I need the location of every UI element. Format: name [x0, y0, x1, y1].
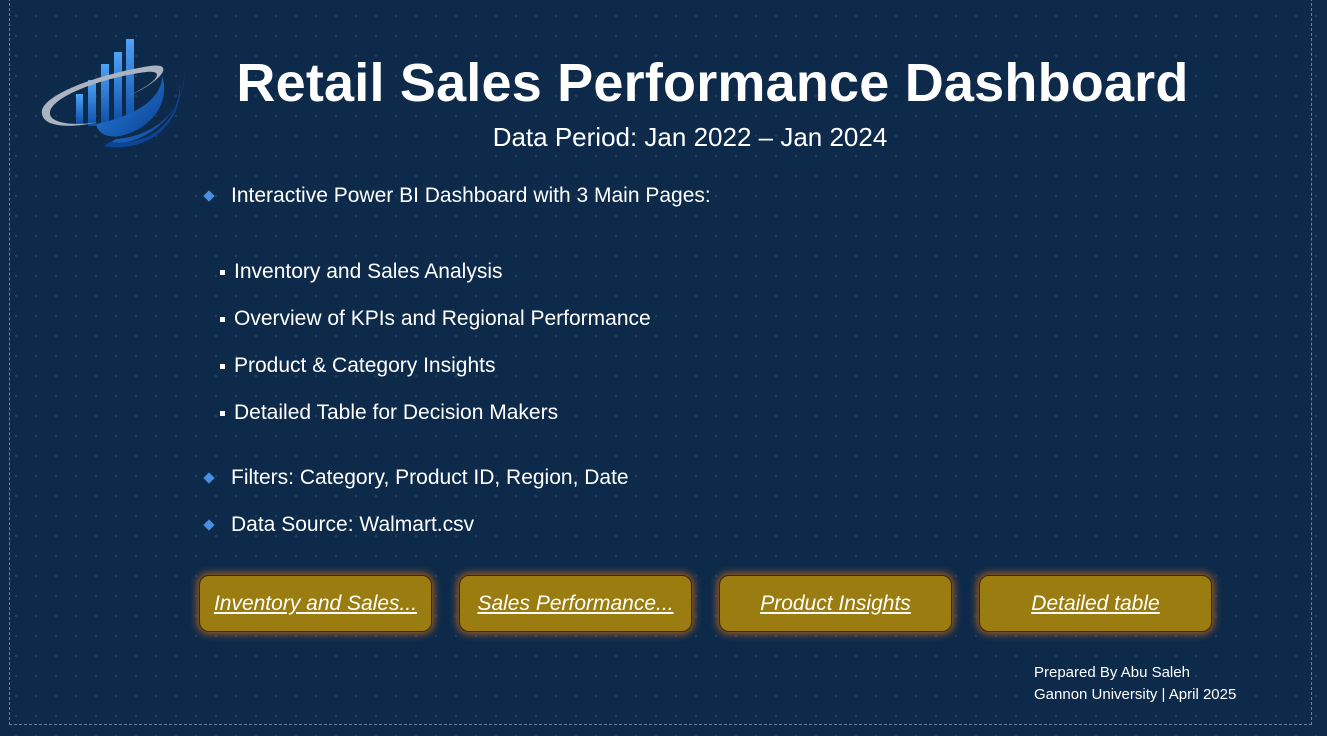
page-item-label: Overview of KPIs and Regional Performanc… [234, 307, 651, 330]
footer-credits: Prepared By Abu Saleh Gannon University … [1034, 662, 1236, 706]
list-item: Overview of KPIs and Regional Performanc… [218, 307, 651, 331]
diamond-bullet-icon [203, 190, 215, 202]
nav-button-sales-performance[interactable]: Sales Performance... [459, 575, 692, 632]
list-item: Detailed Table for Decision Makers [218, 401, 558, 425]
square-bullet-icon [220, 269, 225, 275]
source-text: Data Source: Walmart.csv [231, 513, 475, 536]
filters-bullet: Filters: Category, Product ID, Region, D… [202, 466, 629, 490]
page-item-label: Inventory and Sales Analysis [234, 260, 503, 283]
bar-chart-swoosh-logo [41, 39, 185, 148]
list-item: Product & Category Insights [218, 354, 495, 378]
dashboard-canvas: Retail Sales Performance Dashboard Data … [0, 0, 1327, 736]
nav-button-label: Sales Performance... [477, 591, 674, 615]
filters-text: Filters: Category, Product ID, Region, D… [231, 466, 629, 489]
nav-button-label: Product Insights [760, 591, 911, 615]
intro-text: Interactive Power BI Dashboard with 3 Ma… [231, 184, 711, 207]
square-bullet-icon [220, 316, 225, 322]
diamond-bullet-icon [203, 519, 215, 531]
list-item: Inventory and Sales Analysis [218, 260, 503, 284]
page-item-label: Detailed Table for Decision Makers [234, 401, 559, 424]
square-bullet-icon [220, 410, 225, 416]
nav-button-detailed-table[interactable]: Detailed table [979, 575, 1212, 632]
source-bullet: Data Source: Walmart.csv [202, 513, 474, 537]
nav-button-label: Inventory and Sales... [213, 591, 418, 615]
nav-button-product-insights[interactable]: Product Insights [719, 575, 952, 632]
nav-button-inventory-sales[interactable]: Inventory and Sales... [199, 575, 432, 632]
footer-author: Prepared By Abu Saleh [1034, 664, 1190, 681]
page-title: Retail Sales Performance Dashboard [236, 53, 1189, 113]
page-subtitle: Data Period: Jan 2022 – Jan 2024 [492, 122, 888, 152]
diamond-bullet-icon [203, 472, 215, 484]
intro-bullet: Interactive Power BI Dashboard with 3 Ma… [202, 184, 711, 208]
footer-affiliation: Gannon University | April 2025 [1034, 686, 1237, 703]
nav-button-label: Detailed table [1031, 591, 1160, 615]
page-item-label: Product & Category Insights [234, 354, 496, 377]
square-bullet-icon [220, 363, 225, 369]
